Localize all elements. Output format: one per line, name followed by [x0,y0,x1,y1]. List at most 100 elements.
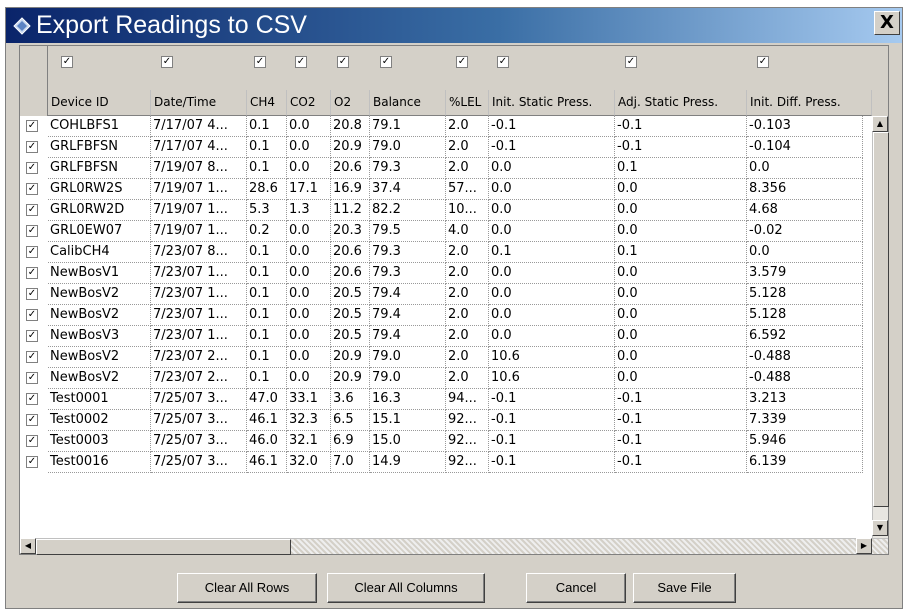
column-checkbox[interactable]: ✓ [380,56,392,68]
table-row[interactable]: ✓ GRLFBFSN 7/17/07 4... 0.1 0.0 20.9 79.0 2.0 -0… [20,137,888,158]
column-header[interactable]: %LEL [446,90,489,116]
table-cell[interactable]: 33.1 [287,389,331,410]
table-cell[interactable]: 0.1 [247,116,287,137]
table-cell[interactable]: -0.1 [615,410,747,431]
row-checkbox[interactable]: ✓ [26,456,38,468]
table-cell[interactable]: 10... [446,200,489,221]
table-cell[interactable]: GRLFBFSN [48,158,151,179]
table-cell[interactable]: 0.0 [615,221,747,242]
table-cell[interactable]: 0.0 [615,347,747,368]
table-cell[interactable]: GRL0RW2S [48,179,151,200]
clear-all-columns-button[interactable]: Clear All Columns [327,573,485,603]
table-cell[interactable]: 79.4 [370,284,446,305]
table-cell[interactable]: -0.1 [615,137,747,158]
table-cell[interactable]: 0.0 [615,284,747,305]
table-cell[interactable]: 47.0 [247,389,287,410]
table-row[interactable]: ✓ GRL0RW2D 7/19/07 1... 5.3 1.3 11.2 82.2 10...… [20,200,888,221]
column-header[interactable]: Device ID [48,90,151,116]
table-cell[interactable]: 11.2 [331,200,370,221]
table-row[interactable]: ✓ Test0003 7/25/07 3... 46.0 32.1 6.9 15.0 92..… [20,431,888,452]
table-cell[interactable]: 16.3 [370,389,446,410]
table-cell[interactable]: -0.1 [489,137,615,158]
table-cell[interactable]: 46.1 [247,452,287,473]
table-cell[interactable]: 0.1 [247,326,287,347]
table-cell[interactable]: 2.0 [446,284,489,305]
column-checkbox[interactable]: ✓ [295,56,307,68]
table-cell[interactable]: 6.139 [747,452,863,473]
table-cell[interactable]: 94... [446,389,489,410]
table-cell[interactable]: 5.946 [747,431,863,452]
table-cell[interactable]: Test0002 [48,410,151,431]
table-cell[interactable]: -0.104 [747,137,863,158]
column-checkbox[interactable]: ✓ [625,56,637,68]
table-cell[interactable]: 0.1 [489,242,615,263]
table-cell[interactable]: 0.0 [287,158,331,179]
row-checkbox[interactable]: ✓ [26,120,38,132]
table-cell[interactable]: 46.0 [247,431,287,452]
table-cell[interactable]: 20.8 [331,116,370,137]
table-cell[interactable]: 0.0 [489,263,615,284]
table-cell[interactable]: 79.0 [370,368,446,389]
title-bar[interactable]: Export Readings to CSV X [6,8,902,43]
row-checkbox[interactable]: ✓ [26,288,38,300]
scroll-down-button[interactable]: ▼ [872,520,888,536]
column-checkbox[interactable]: ✓ [757,56,769,68]
table-cell[interactable]: 37.4 [370,179,446,200]
table-cell[interactable]: 2.0 [446,137,489,158]
table-cell[interactable]: -0.488 [747,347,863,368]
table-cell[interactable]: -0.488 [747,368,863,389]
column-header[interactable]: CO2 [287,90,331,116]
column-checkbox[interactable]: ✓ [254,56,266,68]
table-cell[interactable]: 1.3 [287,200,331,221]
row-checkbox[interactable]: ✓ [26,435,38,447]
column-header[interactable]: Init. Diff. Press. [747,90,872,116]
row-checkbox[interactable]: ✓ [26,162,38,174]
table-cell[interactable]: 0.0 [615,326,747,347]
save-file-button[interactable]: Save File [633,573,736,603]
table-cell[interactable]: -0.1 [489,116,615,137]
table-cell[interactable]: 20.9 [331,137,370,158]
table-row[interactable]: ✓ COHLBFS1 7/17/07 4... 0.1 0.0 20.8 79.1 2.0 -0… [20,116,888,137]
table-row[interactable]: ✓ Test0001 7/25/07 3... 47.0 33.1 3.6 16.3 94..… [20,389,888,410]
table-cell[interactable]: 0.1 [247,242,287,263]
table-cell[interactable]: 7/19/07 1... [151,200,247,221]
table-cell[interactable]: -0.02 [747,221,863,242]
table-cell[interactable]: -0.1 [489,431,615,452]
table-cell[interactable]: 20.5 [331,284,370,305]
table-cell[interactable]: 10.6 [489,347,615,368]
table-cell[interactable]: 0.2 [247,221,287,242]
table-cell[interactable]: 2.0 [446,326,489,347]
table-cell[interactable]: 0.1 [247,284,287,305]
table-cell[interactable]: 0.0 [489,221,615,242]
table-cell[interactable]: 0.1 [615,242,747,263]
table-cell[interactable]: 0.0 [489,284,615,305]
table-row[interactable]: ✓ NewBosV2 7/23/07 2... 0.1 0.0 20.9 79.0 2.0 10… [20,347,888,368]
table-cell[interactable]: 20.6 [331,242,370,263]
table-cell[interactable]: 3.213 [747,389,863,410]
table-row[interactable]: ✓ NewBosV2 7/23/07 1... 0.1 0.0 20.5 79.4 2.0 0.… [20,284,888,305]
table-cell[interactable]: 17.1 [287,179,331,200]
horizontal-scroll-thumb[interactable] [36,539,291,555]
row-checkbox[interactable]: ✓ [26,309,38,321]
scroll-left-button[interactable]: ◀ [20,538,36,554]
row-checkbox[interactable]: ✓ [26,372,38,384]
table-cell[interactable]: 28.6 [247,179,287,200]
table-cell[interactable]: 2.0 [446,116,489,137]
table-cell[interactable]: 7/23/07 8... [151,242,247,263]
row-checkbox[interactable]: ✓ [26,246,38,258]
table-cell[interactable]: 57... [446,179,489,200]
table-cell[interactable]: 92... [446,410,489,431]
scroll-right-button[interactable]: ▶ [856,538,872,554]
table-cell[interactable]: 15.1 [370,410,446,431]
horizontal-scrollbar[interactable]: ◀ ▶ [20,538,888,555]
table-cell[interactable]: 0.0 [287,326,331,347]
table-cell[interactable]: 0.0 [287,242,331,263]
table-cell[interactable]: 20.9 [331,347,370,368]
table-cell[interactable]: 7/25/07 3... [151,410,247,431]
column-checkbox[interactable]: ✓ [337,56,349,68]
table-cell[interactable]: 79.4 [370,326,446,347]
table-cell[interactable]: 2.0 [446,158,489,179]
clear-all-rows-button[interactable]: Clear All Rows [177,573,317,603]
table-cell[interactable]: 6.5 [331,410,370,431]
column-header[interactable]: Date/Time [151,90,247,116]
